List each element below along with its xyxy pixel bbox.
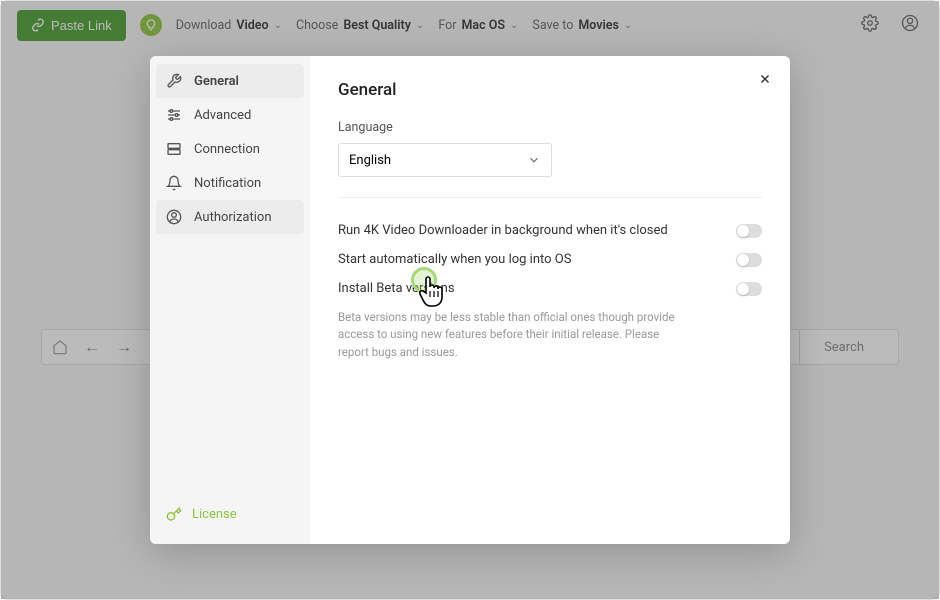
page-title: General [338,80,762,100]
toggle-beta[interactable] [736,282,762,296]
sidebar-item-notification[interactable]: Notification [150,166,310,200]
setting-beta: Install Beta versions [338,274,762,303]
setting-run-background: Run 4K Video Downloader in background wh… [338,216,762,245]
preferences-modal: General Advanced Connection Notification… [150,56,790,544]
beta-helper-text: Beta versions may be less stable than of… [338,309,688,361]
sidebar-item-label: General [194,74,239,89]
sidebar-item-label: Connection [194,142,260,157]
language-label: Language [338,120,762,135]
general-icon [166,73,182,89]
license-button[interactable]: License [150,492,310,536]
language-value: English [349,153,391,168]
language-select[interactable]: English [338,143,552,177]
sidebar-item-label: Advanced [194,108,251,123]
sidebar-item-connection[interactable]: Connection [150,132,310,166]
setting-label: Start automatically when you log into OS [338,252,571,267]
sidebar-item-label: Authorization [194,210,272,225]
sidebar-item-general[interactable]: General [156,64,304,98]
setting-label: Run 4K Video Downloader in background wh… [338,223,668,238]
close-icon [758,72,772,86]
preferences-sidebar: General Advanced Connection Notification… [150,56,310,544]
setting-autostart: Start automatically when you log into OS [338,245,762,274]
sidebar-item-advanced[interactable]: Advanced [150,98,310,132]
server-icon [166,141,182,157]
user-icon [166,209,182,225]
bell-icon [166,175,182,191]
setting-label: Install Beta versions [338,281,455,296]
chevron-down-icon [527,153,541,167]
license-label: License [192,507,237,522]
sidebar-item-label: Notification [194,176,261,191]
sliders-icon [166,107,182,123]
toggle-run-background[interactable] [736,224,762,238]
key-icon [166,506,182,522]
toggle-autostart[interactable] [736,253,762,267]
modal-overlay: General Advanced Connection Notification… [1,1,939,599]
divider [338,197,762,198]
sidebar-item-authorization[interactable]: Authorization [156,200,304,234]
preferences-content: General Language English Run 4K Video Do… [310,56,790,544]
close-button[interactable] [758,72,772,91]
